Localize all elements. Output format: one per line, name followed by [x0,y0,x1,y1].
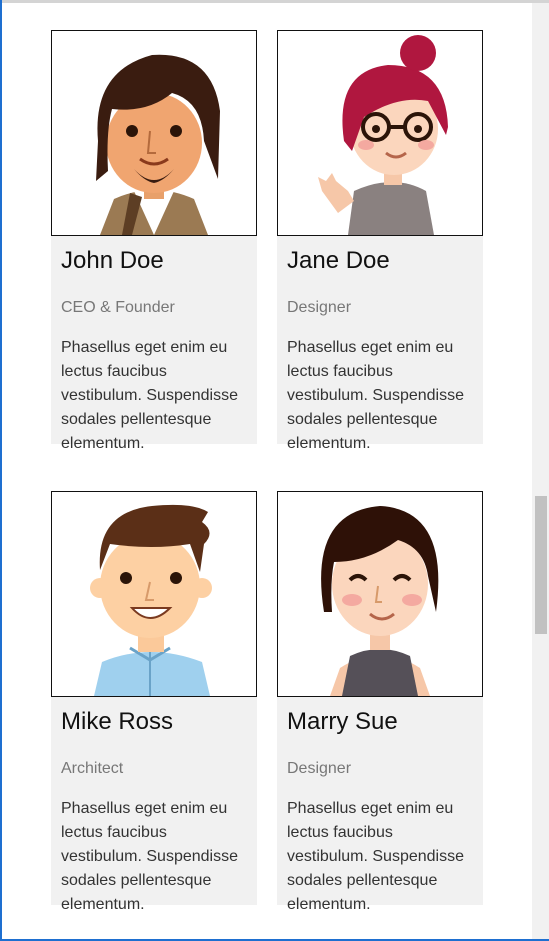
member-role: Designer [287,760,352,777]
member-name: Marry Sue [287,708,398,735]
scrollbar-thumb[interactable] [535,496,547,634]
member-role: CEO & Founder [61,299,175,316]
window-left-border [0,0,2,941]
woman-with-glasses-avatar-icon [277,30,483,236]
member-name: John Doe [61,247,164,274]
member-description: Phasellus eget enim eu lectus faucibus v… [287,800,464,913]
team-card-marry-sue: Marry Sue Designer Phasellus eget enim e… [277,491,483,913]
team-card-jane-doe: Jane Doe Designer Phasellus eget enim eu… [277,30,483,452]
member-role: Architect [61,760,124,777]
scrollbar-track[interactable] [532,3,549,939]
member-description: Phasellus eget enim eu lectus faucibus v… [61,339,238,452]
man-smiling-avatar-icon [51,491,257,697]
team-card-info: John Doe CEO & Founder Phasellus eget en… [51,236,257,452]
member-role: Designer [287,299,352,316]
team-card-info: Mike Ross Architect Phasellus eget enim … [51,697,257,913]
team-card-john-doe: John Doe CEO & Founder Phasellus eget en… [51,30,257,452]
member-name: Mike Ross [61,708,174,735]
member-name: Jane Doe [287,247,390,274]
man-with-beard-avatar-icon [51,30,257,236]
team-card-mike-ross: Mike Ross Architect Phasellus eget enim … [51,491,257,913]
team-card-info: Marry Sue Designer Phasellus eget enim e… [277,697,483,913]
woman-winking-avatar-icon [277,491,483,697]
window-top-border [0,0,549,3]
member-description: Phasellus eget enim eu lectus faucibus v… [61,800,238,913]
member-description: Phasellus eget enim eu lectus faucibus v… [287,339,464,452]
team-card-info: Jane Doe Designer Phasellus eget enim eu… [277,236,483,452]
